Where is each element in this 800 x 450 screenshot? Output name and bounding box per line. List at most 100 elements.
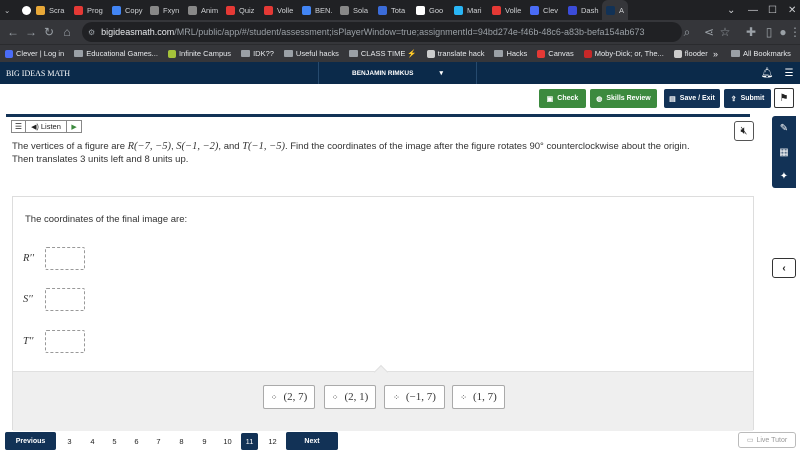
check-label: Check — [557, 95, 579, 102]
answer-tile[interactable]: ⁘ (1, 7) — [452, 385, 505, 409]
answer-tile[interactable]: ⁘ (2, 7) — [263, 385, 315, 409]
toolbar-menu-button[interactable]: ☰ — [12, 121, 26, 132]
bookmark-label: Hacks — [506, 49, 528, 58]
answer-tile[interactable]: ⁘ (−1, 7) — [384, 385, 445, 409]
answer-tile-tray: ⁘ (2, 7) ⁘ (2, 1) ⁘ (−1, 7) ⁘ (1, 7) — [13, 364, 753, 431]
bookmark-item[interactable]: Canvas — [532, 49, 578, 58]
tile-value: (−1, 7) — [405, 391, 436, 403]
folder-icon — [283, 50, 293, 57]
page-button[interactable]: 10 — [219, 433, 236, 450]
bookmark-item[interactable]: CLASS TIME ⚡ — [344, 49, 422, 58]
browser-tab[interactable]: Fxyn — [146, 0, 184, 20]
back-icon[interactable]: ← — [4, 25, 22, 39]
previous-button[interactable]: Previous — [5, 432, 56, 450]
question-sep-2: , and — [218, 141, 243, 152]
user-menu[interactable]: BENJAMIN RIMKUS ▾ — [318, 62, 477, 84]
tab-label: Anim — [201, 5, 219, 15]
browser-tab[interactable]: Dash — [564, 0, 602, 20]
bookmark-item[interactable]: Hacks — [489, 49, 532, 58]
browser-tab[interactable]: Tota — [374, 0, 412, 20]
submit-label: Submit — [740, 95, 765, 102]
site-info-icon[interactable]: ⚙ — [88, 28, 95, 37]
minimize-icon[interactable]: — — [748, 0, 758, 20]
all-bookmarks-button[interactable]: All Bookmarks — [726, 49, 796, 58]
skills-review-button[interactable]: ◍ Skills Review — [590, 89, 657, 108]
tab-label: Copy — [125, 5, 143, 15]
answer-drop-zone-r[interactable] — [45, 247, 85, 270]
live-tutor-label: Live Tutor — [756, 436, 788, 444]
page-button[interactable]: 3 — [61, 433, 78, 450]
bookmark-item[interactable]: Educational Games... — [69, 49, 163, 58]
browser-tab[interactable]: Volle — [260, 0, 298, 20]
notifications-icon[interactable]: 🔔︎ — [756, 68, 778, 79]
page-button[interactable]: 4 — [84, 433, 101, 450]
bookmark-item[interactable]: translate hack — [422, 49, 490, 58]
bookmark-item[interactable]: flooder — [669, 49, 713, 58]
browser-tab[interactable]: Anim — [184, 0, 222, 20]
tile-value: (2, 1) — [344, 391, 369, 403]
browser-tab[interactable]: Clev — [526, 0, 564, 20]
browser-tab[interactable]: Volle — [488, 0, 526, 20]
browser-tab[interactable]: A — [602, 0, 628, 20]
play-button[interactable]: ▶ — [67, 121, 81, 132]
maximize-icon[interactable]: ☐ — [768, 0, 777, 20]
answer-tile[interactable]: ⁘ (2, 1) — [324, 385, 376, 409]
page-button[interactable]: 7 — [150, 433, 167, 450]
page-button[interactable]: 5 — [106, 433, 123, 450]
page-button[interactable]: 6 — [128, 433, 145, 450]
listen-toolbar: ☰ ◀︎) Listen ▶ — [11, 120, 82, 133]
bookmark-item[interactable]: IDK?? — [236, 49, 279, 58]
listen-button[interactable]: ◀︎) Listen — [26, 121, 68, 132]
browser-tab[interactable]: Prog — [70, 0, 108, 20]
play-icon: ▶ — [71, 123, 77, 131]
page-button-current[interactable]: 11 — [241, 433, 258, 450]
answer-drop-zone-s[interactable] — [45, 288, 85, 311]
more-bookmarks-button[interactable]: » — [708, 49, 723, 59]
url-input[interactable]: ⚙ bigideasmath.com /MRL/public/app/#/stu… — [82, 22, 682, 42]
browser-tab[interactable]: Sola — [336, 0, 374, 20]
check-button[interactable]: ▣ Check — [539, 89, 586, 108]
page-button[interactable]: 12 — [264, 433, 281, 450]
page-button[interactable]: 9 — [196, 433, 213, 450]
browser-tab[interactable]: Scra — [32, 0, 70, 20]
calendar-icon[interactable]: ▦ — [779, 147, 788, 158]
collapse-panel-button[interactable]: ‹ — [772, 258, 796, 278]
extensions-icon[interactable]: ✚ — [742, 25, 760, 39]
action-bar: ▣ Check ◍ Skills Review ▤ Save / Exit ⇪ … — [0, 84, 800, 114]
browser-tab[interactable]: Quiz — [222, 0, 260, 20]
bookmark-star-icon[interactable]: ☆ — [716, 25, 734, 39]
bookmark-item[interactable]: Clever | Log in — [0, 49, 69, 58]
browser-menu-icon[interactable]: ⋮ — [786, 25, 800, 39]
notes-icon[interactable]: ✎ — [780, 123, 788, 134]
mute-button[interactable]: 🔇︎ — [734, 121, 754, 141]
tab-label: Volle — [505, 5, 522, 15]
bookmark-item[interactable]: Infinite Campus — [163, 49, 236, 58]
close-window-icon[interactable]: ✕ — [788, 0, 796, 20]
bookmark-item[interactable]: Moby-Dick; or, The... — [579, 49, 669, 58]
live-tutor-button[interactable]: ▭ Live Tutor — [738, 432, 796, 448]
submit-button[interactable]: ⇪ Submit — [724, 89, 771, 108]
pin-icon[interactable]: ✦ — [780, 171, 788, 182]
save-exit-button[interactable]: ▤ Save / Exit — [664, 89, 720, 108]
browser-tab[interactable]: Mari — [450, 0, 488, 20]
tile-value: (2, 7) — [283, 391, 308, 403]
tile-value: (1, 7) — [472, 391, 497, 403]
page-button[interactable]: 8 — [173, 433, 190, 450]
next-button[interactable]: Next — [286, 432, 338, 450]
browser-tab[interactable]: Goo — [412, 0, 450, 20]
tab-menu-icon[interactable]: ⌄ — [727, 0, 735, 20]
bookmark-item[interactable]: Useful hacks — [279, 49, 344, 58]
reload-icon[interactable]: ↻ — [40, 25, 58, 39]
home-icon[interactable]: ⌂ — [58, 25, 76, 39]
browser-tab[interactable]: Copy — [108, 0, 146, 20]
app-menu-icon[interactable]: ☰ — [778, 68, 800, 79]
flag-button[interactable]: ⚑ — [774, 88, 794, 108]
answer-drop-zone-t[interactable] — [45, 330, 85, 353]
tab-label: Dash — [581, 5, 599, 15]
forward-icon[interactable]: → — [22, 25, 40, 39]
tab-search-button[interactable]: ⌄ — [0, 0, 18, 20]
browser-tab[interactable] — [18, 0, 32, 20]
zoom-icon[interactable]: ⌕ — [678, 25, 696, 40]
question-text: The vertices of a figure are R(−7, −5) , … — [12, 140, 712, 166]
browser-tab[interactable]: BEN. — [298, 0, 336, 20]
